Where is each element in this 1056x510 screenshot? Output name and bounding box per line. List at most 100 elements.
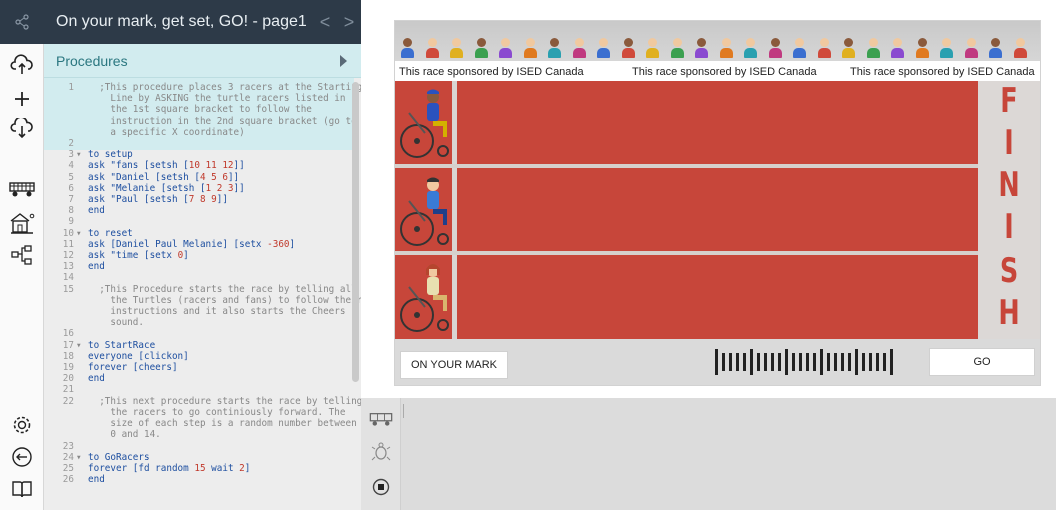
code-line[interactable]: 16 — [44, 328, 361, 339]
line-number: 26 — [62, 474, 74, 486]
code-line[interactable]: 11 ask [Daniel Paul Melanie] [setx -360] — [44, 239, 361, 250]
share-icon[interactable] — [0, 0, 44, 44]
fold-toggle-icon[interactable]: ▾ — [74, 340, 88, 351]
code-line[interactable]: 17 ▾ to StartRace — [44, 340, 361, 351]
code-token: ask "Melanie [setsh [ — [88, 182, 206, 194]
code-line[interactable]: 14 — [44, 272, 361, 283]
code-token: ;This next procedure starts the race by … — [88, 395, 361, 407]
code-line[interactable]: 5 ask "Daniel [setsh [4 5 6]] — [44, 172, 361, 183]
code-line[interactable]: the racers to go continiously forward. T… — [44, 407, 361, 418]
code-token: 4 5 6 — [199, 171, 228, 183]
left-toolbar — [0, 44, 44, 510]
next-page-button[interactable]: > — [337, 12, 361, 33]
fold-toggle-icon[interactable]: ▾ — [74, 228, 88, 239]
go-button[interactable]: GO — [929, 348, 1035, 376]
racer-melanie[interactable] — [399, 257, 454, 337]
fold-toggle-icon — [74, 216, 88, 227]
line-number: 14 — [62, 272, 74, 284]
crowd-fan — [915, 38, 929, 58]
timer-tick — [890, 349, 893, 375]
fold-toggle-icon — [74, 194, 88, 205]
code-line[interactable]: 9 — [44, 216, 361, 227]
fold-toggle-icon — [74, 138, 88, 149]
code-token: ;This procedure places 3 racers at the S… — [88, 82, 361, 93]
book-icon[interactable] — [7, 474, 37, 504]
code-line[interactable]: 20 end — [44, 373, 361, 384]
on-your-mark-button[interactable]: ON YOUR MARK — [400, 351, 508, 379]
turtle-panel-toolbar — [361, 398, 401, 510]
code-line[interactable]: 18 everyone [clickon] — [44, 351, 361, 362]
code-line[interactable]: 13 end — [44, 261, 361, 272]
code-line[interactable]: 25 forever [fd random 15 wait 2] — [44, 463, 361, 474]
lane-divider — [395, 164, 1040, 168]
turtle-cart-icon[interactable] — [366, 404, 396, 434]
code-line[interactable]: 12 ask "time [setx 0] — [44, 250, 361, 261]
turtle-cart-icon[interactable] — [7, 174, 37, 204]
code-line[interactable]: 3 ▾ to setup — [44, 149, 361, 160]
line-number: 6 — [68, 182, 74, 194]
stop-icon[interactable] — [366, 472, 396, 502]
code-token: ]] — [233, 182, 245, 194]
crowd-fan — [597, 38, 610, 58]
crowd-fan — [964, 38, 978, 58]
home-icon[interactable] — [7, 208, 37, 238]
code-line[interactable]: size of each step is a random number bet… — [44, 418, 361, 429]
code-line[interactable]: instruction in the 2nd square bracket (g… — [44, 116, 361, 127]
code-line[interactable]: instructions and it also starts the Chee… — [44, 306, 361, 317]
code-token: end — [88, 474, 105, 486]
timer-tick — [722, 353, 725, 371]
code-editor[interactable]: 1 ;This procedure places 3 racers at the… — [44, 78, 361, 510]
procedures-header[interactable]: Procedures — [44, 44, 361, 78]
code-line[interactable]: 2 — [44, 138, 361, 149]
code-line[interactable]: the 1st square bracket to follow the — [44, 104, 361, 115]
fold-toggle-icon[interactable]: ▾ — [74, 452, 88, 463]
code-line[interactable]: 22 ;This next procedure starts the race … — [44, 396, 361, 407]
line-number: 5 — [68, 171, 74, 183]
code-line[interactable]: 19 forever [cheers] — [44, 362, 361, 373]
editor-scrollbar[interactable] — [352, 82, 359, 382]
flowchart-icon[interactable] — [7, 240, 37, 270]
crowd-fan — [621, 38, 635, 58]
timer-tick — [715, 349, 718, 375]
code-line[interactable]: 1 ;This procedure places 3 racers at the… — [44, 82, 361, 93]
timer-ticks — [715, 349, 915, 375]
code-line[interactable]: 8 end — [44, 205, 361, 216]
code-line[interactable]: 21 — [44, 384, 361, 395]
exit-icon[interactable] — [7, 442, 37, 472]
code-line[interactable]: 26 end — [44, 474, 361, 485]
timer-tick — [736, 353, 739, 371]
code-line[interactable]: 6 ask "Melanie [setsh [1 2 3]] — [44, 183, 361, 194]
code-line[interactable]: 24 ▾ to GoRacers — [44, 452, 361, 463]
cloud-upload-icon[interactable] — [7, 50, 37, 80]
crowd-fan — [401, 38, 414, 58]
code-token: wait — [205, 462, 240, 474]
settings-icon[interactable] — [7, 410, 37, 440]
code-line[interactable]: a specific X coordinate) — [44, 127, 361, 138]
code-line[interactable]: 7 ask "Paul [setsh [7 8 9]] — [44, 194, 361, 205]
cloud-download-icon[interactable] — [7, 114, 37, 144]
racer-paul[interactable] — [399, 171, 454, 251]
code-line[interactable]: 0 and 14. — [44, 429, 361, 440]
code-line[interactable]: 10 ▾ to reset — [44, 228, 361, 239]
prev-page-button[interactable]: < — [313, 12, 337, 33]
timer-tick — [750, 349, 753, 375]
fold-toggle-icon[interactable]: ▾ — [74, 149, 88, 160]
line-number: 7 — [68, 194, 74, 206]
code-token: to GoRacers — [88, 451, 150, 463]
code-line[interactable]: Line by ASKING the turtle racers listed … — [44, 93, 361, 104]
code-line[interactable]: 4 ask "fans [setsh [10 11 12]] — [44, 160, 361, 171]
code-line[interactable]: the Turtles (racers and fans) to follow … — [44, 295, 361, 306]
fold-toggle-icon — [74, 463, 88, 474]
line-number: 13 — [62, 261, 74, 273]
code-line[interactable]: 23 — [44, 441, 361, 452]
expand-arrow-icon[interactable] — [340, 54, 347, 67]
plus-icon[interactable] — [7, 84, 37, 114]
code-token: 1 2 3 — [205, 182, 234, 194]
code-line[interactable]: sound. — [44, 317, 361, 328]
turtle-panel — [361, 398, 1056, 510]
turtle-icon[interactable] — [366, 438, 396, 468]
line-number: 23 — [62, 440, 74, 452]
fold-toggle-icon — [74, 116, 88, 127]
code-line[interactable]: 15 ;This Procedure starts the race by te… — [44, 284, 361, 295]
racer-daniel[interactable] — [399, 83, 454, 163]
